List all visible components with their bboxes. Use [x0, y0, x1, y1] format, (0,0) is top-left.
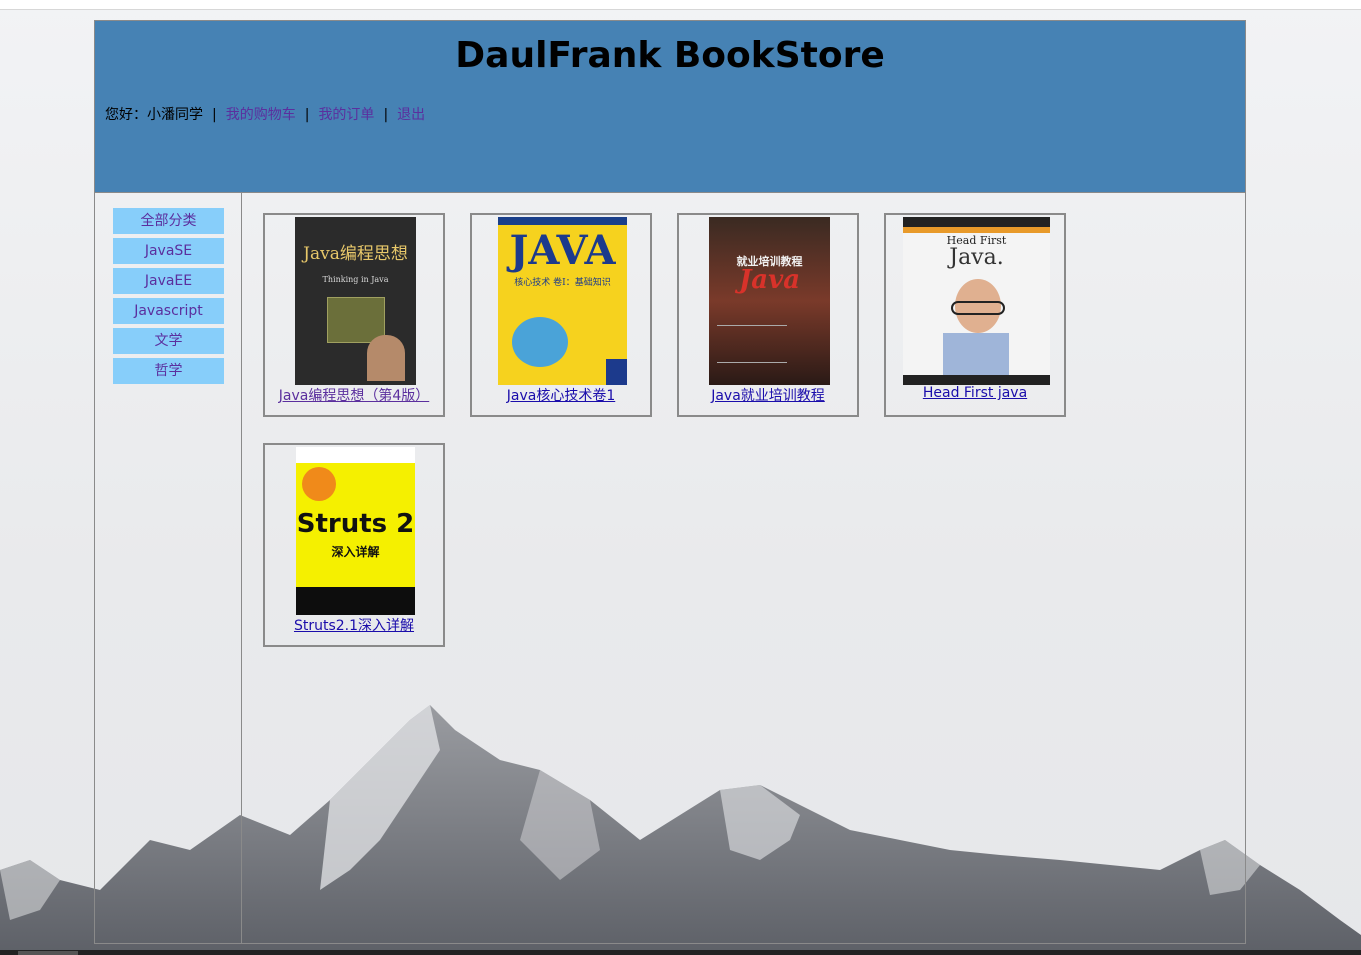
book-title-link[interactable]: Java核心技术卷1: [472, 385, 650, 405]
nav-separator: |: [212, 107, 217, 123]
logout-link[interactable]: 退出: [397, 107, 425, 123]
book-cover-image[interactable]: Head First Java.: [903, 217, 1050, 385]
book-cover-image[interactable]: Java编程思想 Thinking in Java: [295, 217, 416, 385]
book-title-link[interactable]: Java编程思想（第4版）: [265, 385, 443, 405]
my-orders-link[interactable]: 我的订单: [318, 107, 374, 123]
category-philosophy[interactable]: 哲学: [113, 358, 224, 384]
book-title-link[interactable]: Head First java: [886, 385, 1064, 401]
browser-top-edge: [0, 0, 1361, 10]
book-list: Java编程思想 Thinking in Java Java编程思想（第4版） …: [242, 193, 1245, 943]
book-card: Java编程思想 Thinking in Java Java编程思想（第4版）: [263, 213, 445, 417]
horizontal-scrollbar[interactable]: [0, 950, 1361, 955]
category-sidebar: 全部分类 JavaSE JavaEE Javascript 文学 哲学: [95, 193, 242, 943]
category-javascript[interactable]: Javascript: [113, 298, 224, 324]
user-nav: 您好：小潘同学 | 我的购物车 | 我的订单 | 退出: [105, 104, 425, 124]
user-greeting: 您好：小潘同学: [105, 107, 203, 123]
nav-separator: |: [304, 107, 310, 123]
category-all[interactable]: 全部分类: [113, 208, 224, 234]
category-literature[interactable]: 文学: [113, 328, 224, 354]
category-javaee[interactable]: JavaEE: [113, 268, 224, 294]
book-card: JAVA 核心技术 卷I：基础知识 Java核心技术卷1: [470, 213, 652, 417]
category-javase[interactable]: JavaSE: [113, 238, 224, 264]
book-title-link[interactable]: Java就业培训教程: [679, 385, 857, 405]
page-header: DaulFrank BookStore 您好：小潘同学 | 我的购物车 | 我的订单 | 退…: [95, 21, 1245, 193]
book-cover-image[interactable]: JAVA 核心技术 卷I：基础知识: [498, 217, 627, 385]
page-frame: DaulFrank BookStore 您好：小潘同学 | 我的购物车 | 我的订单 | 退…: [94, 20, 1246, 944]
book-title-link[interactable]: Struts2.1深入详解: [265, 615, 443, 635]
scrollbar-thumb[interactable]: [18, 951, 78, 955]
book-card: 就业培训教程 Java Java就业培训教程: [677, 213, 859, 417]
book-cover-image[interactable]: 就业培训教程 Java: [709, 217, 830, 385]
my-cart-link[interactable]: 我的购物车: [226, 107, 296, 123]
nav-separator: |: [383, 107, 389, 123]
book-card: Head First Java. Head First java: [884, 213, 1066, 417]
book-cover-image[interactable]: Struts 2 深入详解: [296, 447, 415, 615]
book-card: Struts 2 深入详解 Struts2.1深入详解: [263, 443, 445, 647]
page-title: DaulFrank BookStore: [455, 35, 885, 76]
